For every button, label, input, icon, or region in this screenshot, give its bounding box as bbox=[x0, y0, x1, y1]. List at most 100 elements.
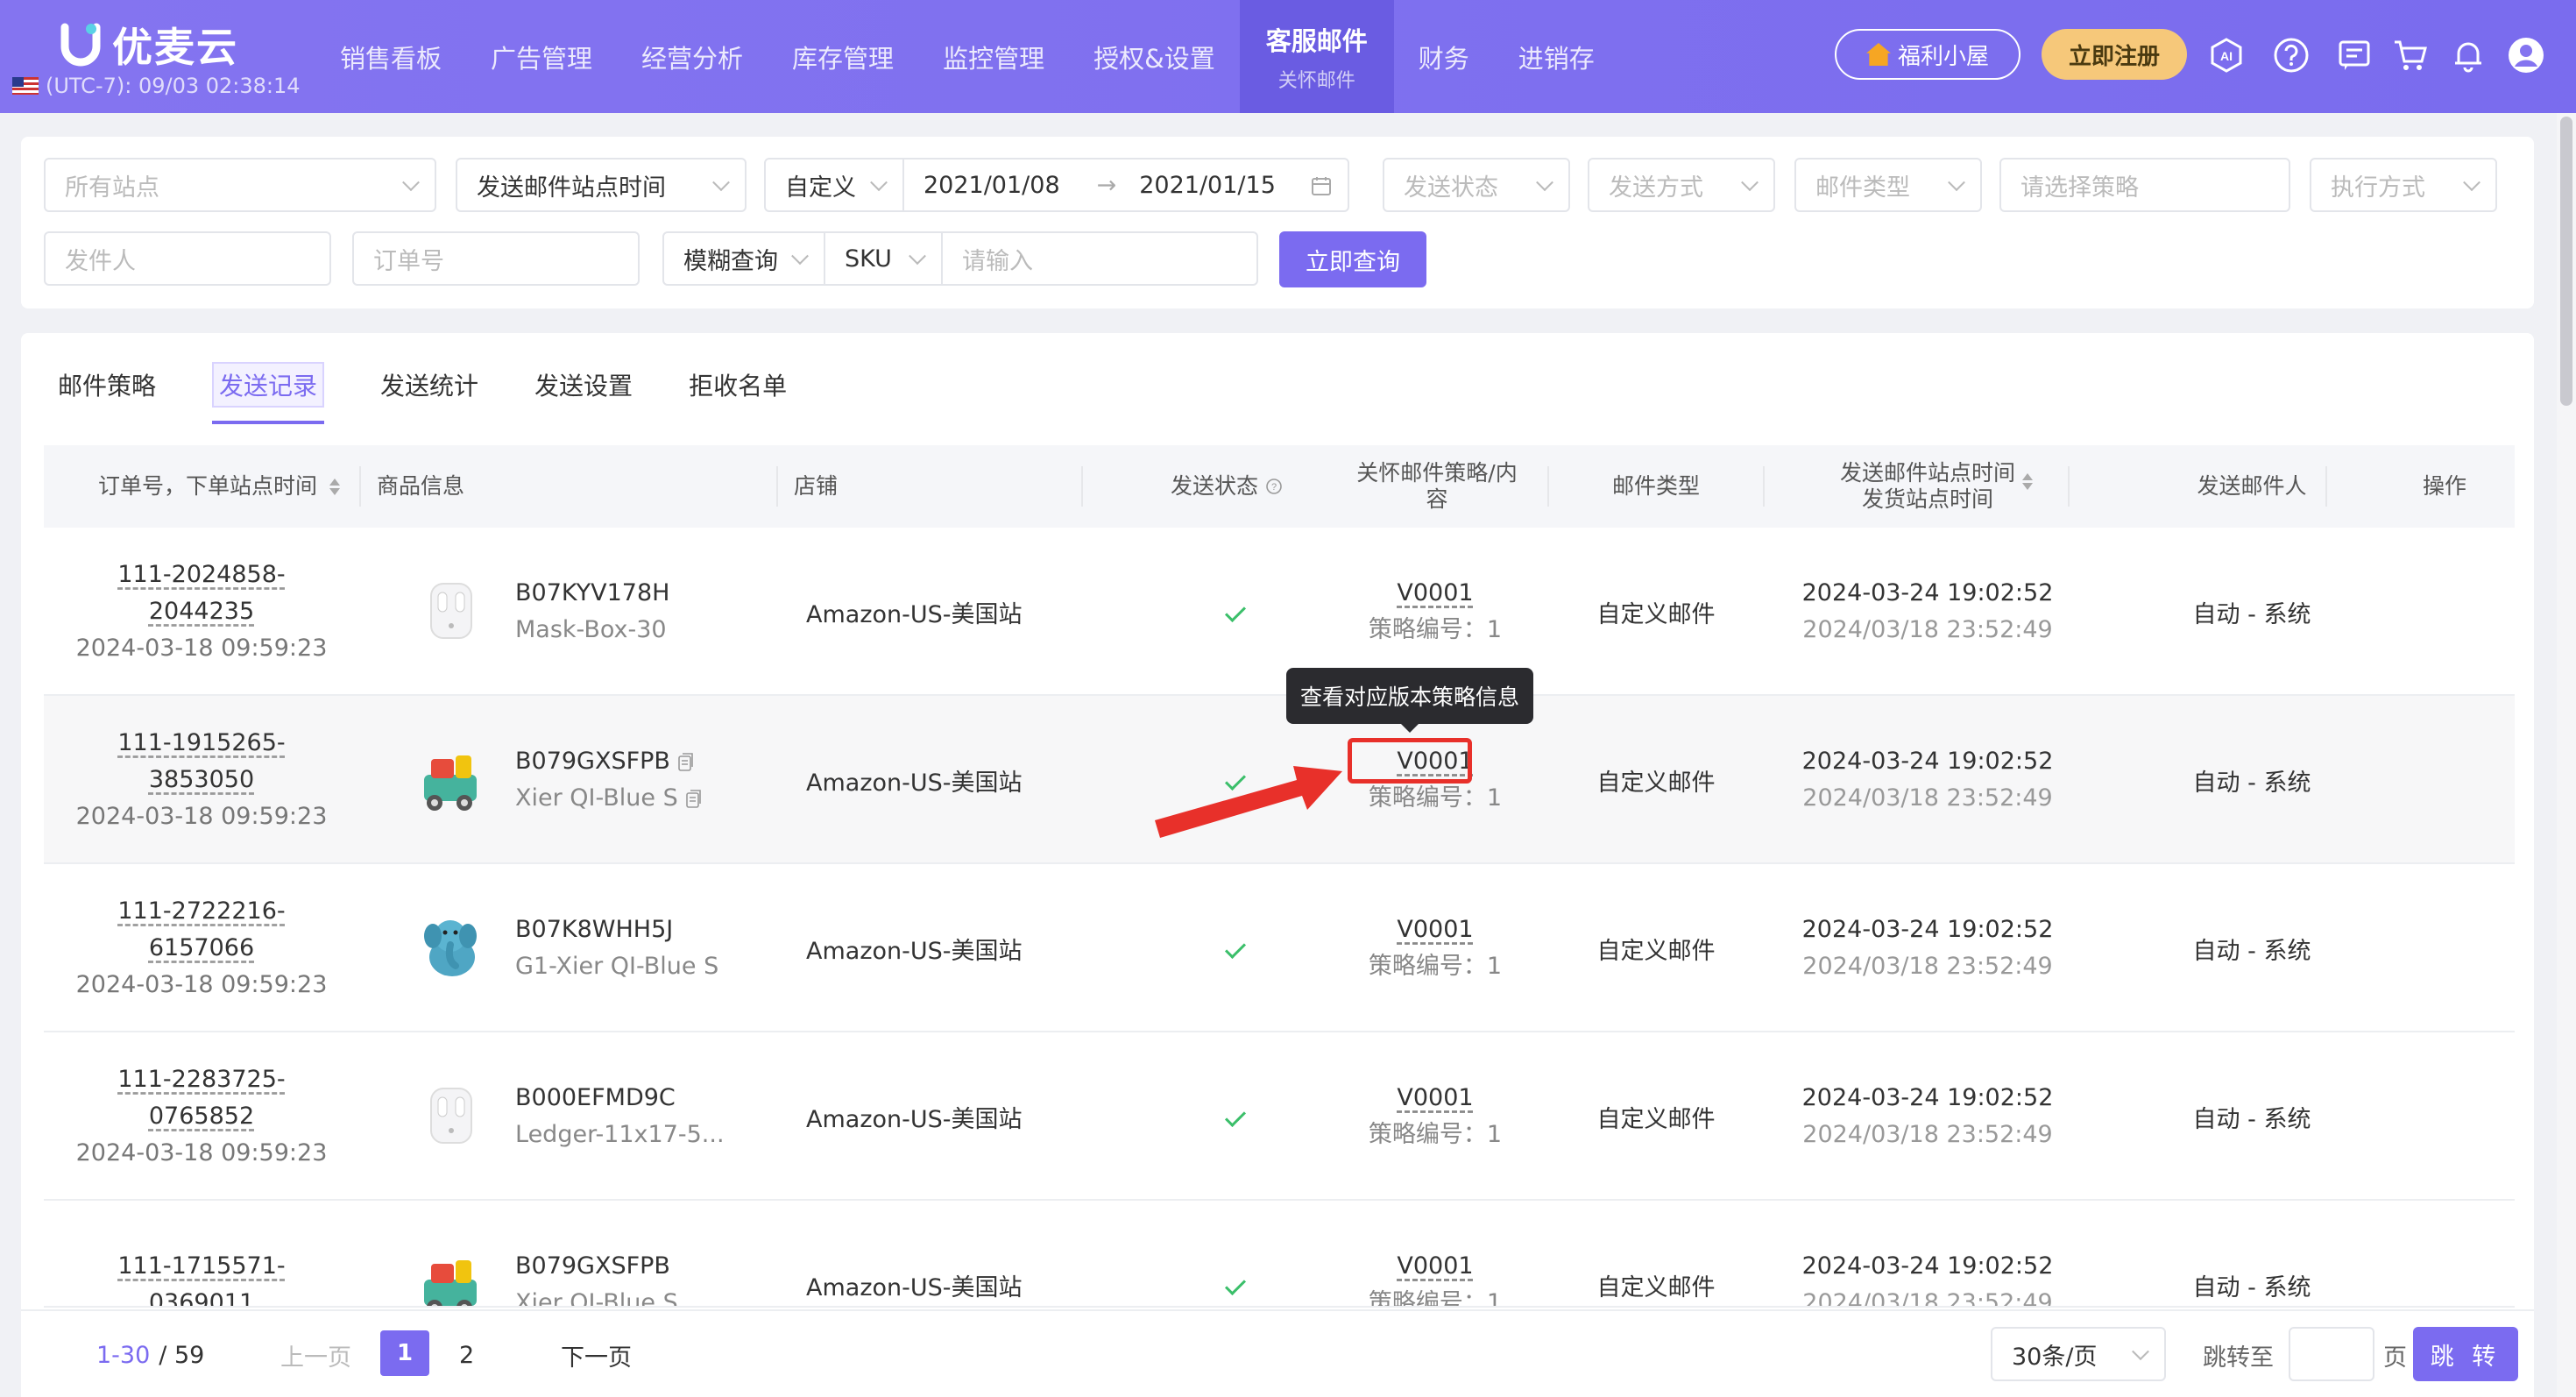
site-select[interactable]: 所有站点 bbox=[44, 158, 436, 212]
order-link[interactable]: 111-1915265- bbox=[117, 725, 285, 762]
store-cell: Amazon-US-美国站 bbox=[806, 864, 1157, 1032]
send-time: 2024-03-24 19:02:52 bbox=[1801, 1084, 2054, 1111]
status-cell bbox=[1183, 528, 1288, 696]
menu-monitor[interactable]: 监控管理 bbox=[918, 0, 1069, 113]
info-icon[interactable]: ? bbox=[1265, 478, 1283, 495]
order-no-input[interactable]: 订单号 bbox=[352, 231, 640, 286]
help-icon[interactable] bbox=[2273, 37, 2310, 74]
tab-mail-strategy[interactable]: 邮件策略 bbox=[44, 345, 170, 424]
send-time: 2024-03-24 19:02:52 bbox=[1801, 748, 2054, 775]
menu-inventory[interactable]: 库存管理 bbox=[768, 0, 918, 113]
menu-label: 财务 bbox=[1418, 43, 1469, 74]
send-status-select[interactable]: 发送状态 bbox=[1383, 158, 1570, 212]
tab-send-settings[interactable]: 发送设置 bbox=[520, 345, 647, 424]
sort-icon[interactable] bbox=[329, 478, 340, 495]
order-link[interactable]: 0369011 bbox=[149, 1285, 254, 1306]
product-thumbnail[interactable] bbox=[412, 1245, 491, 1306]
query-input[interactable]: 请输入 bbox=[941, 231, 1258, 286]
query-button[interactable]: 立即查询 bbox=[1279, 231, 1426, 287]
strategy-version-link[interactable]: V0001 bbox=[1397, 911, 1473, 948]
avatar[interactable] bbox=[2508, 37, 2544, 74]
menu-analysis[interactable]: 经营分析 bbox=[617, 0, 768, 113]
welfare-button[interactable]: 福利小屋 bbox=[1835, 29, 2020, 80]
page-size-select[interactable]: 30条/页 bbox=[1991, 1327, 2166, 1381]
jump-button[interactable]: 跳 转 bbox=[2413, 1327, 2518, 1381]
tab-send-stats[interactable]: 发送统计 bbox=[366, 345, 492, 424]
product-thumbnail[interactable] bbox=[412, 571, 491, 650]
product-thumbnail[interactable] bbox=[412, 740, 491, 819]
order-link[interactable]: 111-2722216- bbox=[117, 893, 285, 930]
jump-page-input[interactable] bbox=[2289, 1327, 2374, 1381]
ai-icon[interactable]: AI bbox=[2208, 37, 2245, 74]
copy-icon[interactable] bbox=[685, 789, 703, 809]
order-link[interactable]: 2044235 bbox=[149, 593, 254, 630]
scrollbar-thumb[interactable] bbox=[2560, 117, 2572, 406]
bell-icon[interactable] bbox=[2450, 37, 2487, 74]
cart-icon[interactable] bbox=[2392, 37, 2429, 74]
date-end[interactable]: 2021/01/15 bbox=[1139, 172, 1276, 199]
product-thumbnail[interactable] bbox=[412, 1076, 491, 1155]
table-header: 订单号，下单站点时间 商品信息 店铺 发送状态 ? 关怀邮件策略/内 容 邮件类… bbox=[44, 445, 2515, 528]
range-mode-text: 自定义 bbox=[785, 174, 856, 202]
scrollbar[interactable] bbox=[2557, 113, 2576, 1397]
sort-icon[interactable] bbox=[2022, 473, 2033, 490]
exec-mode-select[interactable]: 执行方式 bbox=[2310, 158, 2497, 212]
sender-input[interactable]: 发件人 bbox=[44, 231, 331, 286]
order-link[interactable]: 111-2283725- bbox=[117, 1061, 285, 1098]
query-field-select[interactable]: SKU bbox=[824, 231, 943, 286]
page-2-button[interactable]: 2 bbox=[459, 1311, 474, 1397]
order-link[interactable]: 111-2024858- bbox=[117, 557, 285, 593]
product-thumbnail[interactable] bbox=[412, 908, 491, 987]
column-divider bbox=[2068, 466, 2070, 507]
asin-text[interactable]: B079GXSFPB bbox=[515, 748, 670, 775]
message-icon[interactable] bbox=[2336, 37, 2373, 74]
next-page-button[interactable]: 下一页 bbox=[561, 1311, 632, 1397]
menu-auth-settings[interactable]: 授权&设置 bbox=[1069, 0, 1240, 113]
strategy-version-link[interactable]: V0001 bbox=[1397, 1080, 1473, 1117]
send-method-select[interactable]: 发送方式 bbox=[1588, 158, 1775, 212]
col-strategy-label-2: 容 bbox=[1426, 486, 1448, 512]
time-type-text: 发送邮件站点时间 bbox=[477, 174, 666, 202]
asin-text[interactable]: B000EFMD9C bbox=[515, 1084, 676, 1111]
tab-label: 发送统计 bbox=[380, 372, 479, 401]
menu-sales-dashboard[interactable]: 销售看板 bbox=[315, 0, 466, 113]
asin-text[interactable]: B07K8WHH5J bbox=[515, 916, 673, 943]
time-type-select[interactable]: 发送邮件站点时间 bbox=[456, 158, 747, 212]
mail-type-select[interactable]: 邮件类型 bbox=[1794, 158, 1982, 212]
register-button[interactable]: 立即注册 bbox=[2042, 29, 2187, 80]
store-cell: Amazon-US-美国站 bbox=[806, 528, 1157, 696]
strategy-cell: V0001 策略编号：1 bbox=[1339, 1201, 1532, 1306]
range-mode-select[interactable]: 自定义 bbox=[764, 158, 904, 212]
date-range-picker[interactable]: 2021/01/08 → 2021/01/15 bbox=[902, 158, 1349, 212]
order-link[interactable]: 111-1715571- bbox=[117, 1248, 285, 1285]
brand-logo[interactable]: 优麦云 bbox=[58, 16, 238, 74]
mail-type-cell: 自定义邮件 bbox=[1551, 696, 1761, 864]
asin-text[interactable]: B07KYV178H bbox=[515, 579, 669, 606]
copy-icon[interactable] bbox=[677, 752, 695, 772]
sender-placeholder: 发件人 bbox=[65, 247, 136, 275]
asin-text[interactable]: B079GXSFPB bbox=[515, 1252, 670, 1280]
strategy-text: 请选择策略 bbox=[2020, 174, 2139, 202]
menu-label: 库存管理 bbox=[792, 43, 895, 74]
strategy-select[interactable]: 请选择策略 bbox=[1999, 158, 2290, 212]
col-sender-label: 发送邮件人 bbox=[2197, 473, 2307, 499]
store-cell: Amazon-US-美国站 bbox=[806, 696, 1157, 864]
menu-finance[interactable]: 财务 bbox=[1394, 0, 1494, 113]
menu-ads[interactable]: 广告管理 bbox=[466, 0, 617, 113]
strategy-version-link[interactable]: V0001 bbox=[1397, 1248, 1473, 1285]
tab-reject-list[interactable]: 拒收名单 bbox=[675, 345, 801, 424]
order-link[interactable]: 3853050 bbox=[149, 762, 254, 798]
date-start[interactable]: 2021/01/08 bbox=[924, 172, 1060, 199]
menu-purchase-sales[interactable]: 进销存 bbox=[1494, 0, 1619, 113]
tab-send-records[interactable]: 发送记录 bbox=[198, 345, 338, 424]
prev-page-button[interactable]: 上一页 bbox=[280, 1311, 351, 1397]
query-mode-select[interactable]: 模糊查询 bbox=[662, 231, 825, 286]
strategy-version-link[interactable]: V0001 bbox=[1397, 575, 1473, 612]
order-link[interactable]: 0765852 bbox=[149, 1098, 254, 1135]
ship-time: 2024/03/18 23:52:49 bbox=[1802, 1289, 2053, 1308]
welfare-label: 福利小屋 bbox=[1897, 43, 1989, 70]
col-order[interactable]: 订单号，下单站点时间 bbox=[79, 445, 359, 528]
menu-customer-mail[interactable]: 客服邮件 关怀邮件 bbox=[1239, 0, 1394, 113]
order-link[interactable]: 6157066 bbox=[149, 930, 254, 967]
page-1-button[interactable]: 1 bbox=[380, 1330, 429, 1376]
